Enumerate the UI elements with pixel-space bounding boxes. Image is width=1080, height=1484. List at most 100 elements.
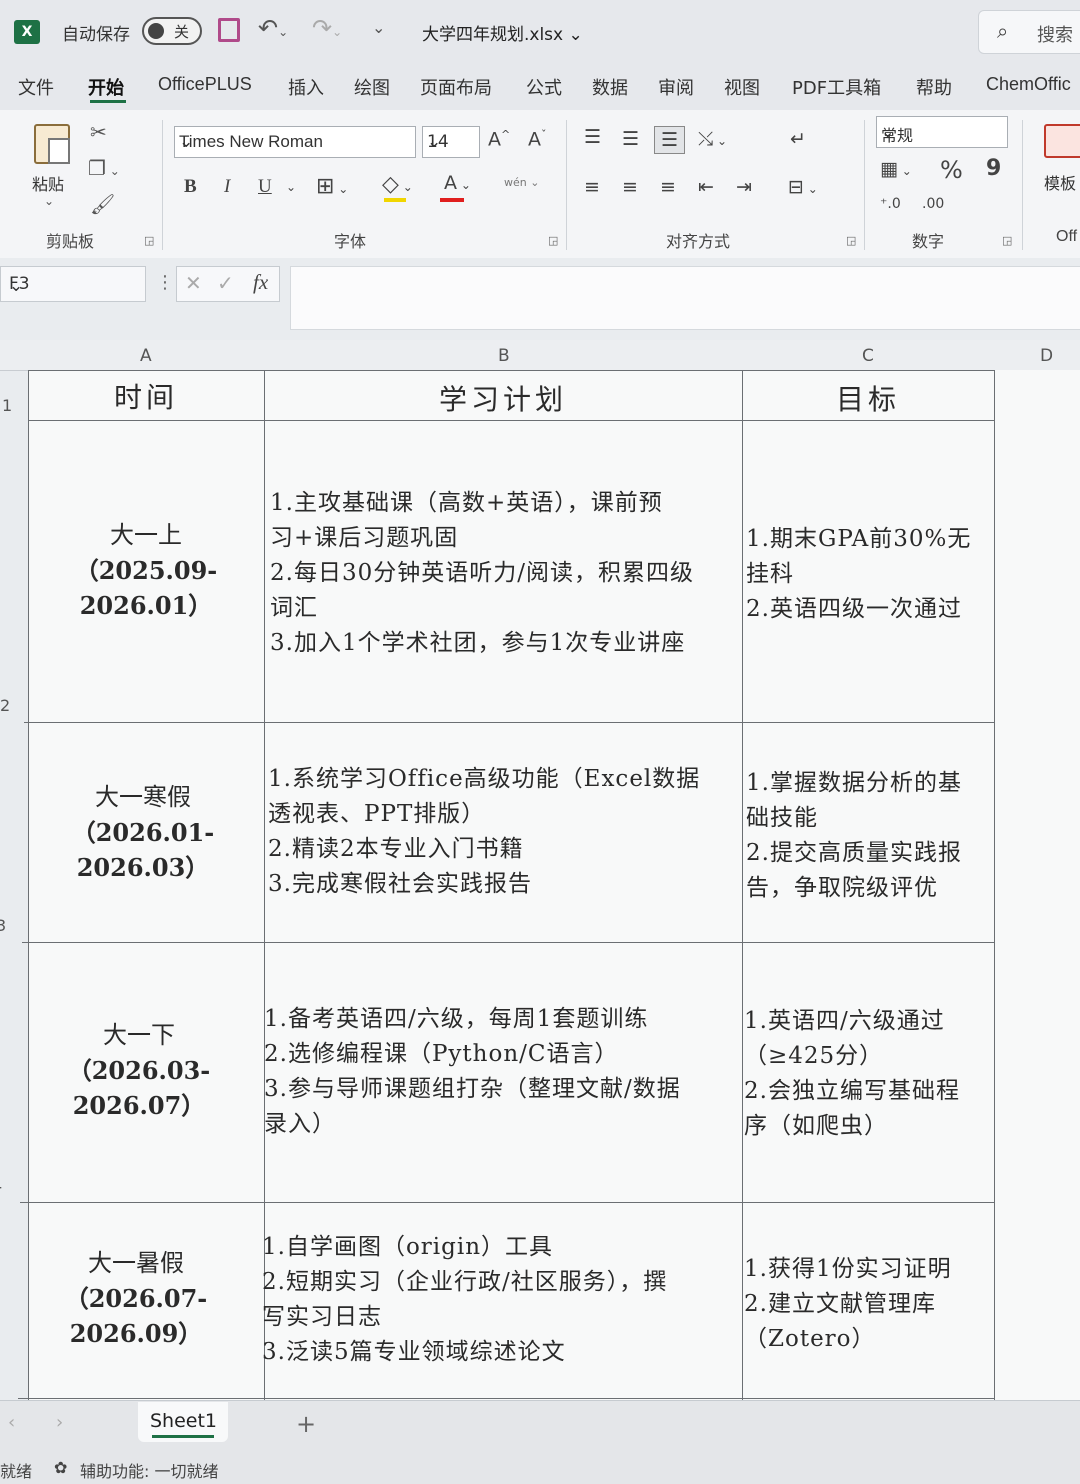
font-launcher-icon[interactable]: ◲ bbox=[548, 234, 558, 247]
formula-input[interactable] bbox=[290, 266, 1080, 330]
plan-cell[interactable]: 1.系统学习Office高级功能（Excel数据 透视表、PPT排版） 2.精读… bbox=[268, 762, 738, 902]
accessibility-status[interactable]: 辅助功能: 一切就绪 bbox=[80, 1458, 218, 1482]
goal-cell[interactable]: 1.掌握数据分析的基 础技能 2.提交高质量实践报 告，争取院级评优 bbox=[746, 766, 994, 906]
align-bottom-icon[interactable]: ☰ bbox=[654, 126, 686, 154]
period-cell[interactable]: 大一寒假 （2026.01- 2026.03） bbox=[24, 780, 262, 885]
number-launcher-icon[interactable]: ◲ bbox=[1002, 234, 1012, 247]
goal-cell[interactable]: 1.期末GPA前30%无 挂科 2.英语四级一次通过 bbox=[746, 522, 994, 627]
align-left-icon[interactable]: ≡ bbox=[584, 176, 600, 198]
tab-file[interactable]: 文件 bbox=[18, 74, 54, 100]
header-cell-plan[interactable]: 学习计划 bbox=[264, 378, 742, 418]
font-color-button[interactable]: A ⌄ bbox=[444, 172, 471, 194]
font-size-select[interactable]: 14 ⌄ bbox=[422, 126, 480, 158]
tab-data[interactable]: 数据 bbox=[592, 74, 628, 100]
merge-center-icon[interactable]: ⊟ ⌄ bbox=[788, 176, 818, 198]
tab-officeplus[interactable]: OfficePLUS bbox=[158, 74, 252, 95]
header-cell-time[interactable]: 时间 bbox=[28, 376, 264, 416]
decrease-indent-icon[interactable]: ⇤ bbox=[698, 176, 714, 198]
document-title[interactable]: 大学四年规划.xlsx ⌄ bbox=[422, 20, 583, 45]
goal-line: 1.英语四/六级通过 bbox=[744, 1008, 945, 1034]
tab-formulas[interactable]: 公式 bbox=[526, 74, 562, 100]
align-center-icon[interactable]: ≡ bbox=[622, 176, 638, 198]
plan-cell[interactable]: 1.备考英语四/六级，每周1套题训练 2.选修编程课（Python/C语言） 3… bbox=[264, 1002, 738, 1142]
insert-function-button[interactable]: fx bbox=[253, 270, 268, 295]
row-header-3[interactable]: 3 bbox=[0, 916, 6, 935]
alignment-launcher-icon[interactable]: ◲ bbox=[846, 234, 856, 247]
bold-button[interactable]: B bbox=[184, 176, 197, 198]
template-icon[interactable] bbox=[1044, 124, 1080, 158]
underline-button[interactable]: U bbox=[258, 176, 272, 198]
wrap-text-icon[interactable]: ↵ bbox=[790, 128, 806, 150]
percent-style-button[interactable]: % bbox=[940, 156, 963, 184]
format-painter-icon[interactable]: 🖌 bbox=[90, 192, 115, 216]
period-label: 大一寒假 bbox=[95, 783, 191, 811]
borders-icon[interactable]: ⊞ ⌄ bbox=[316, 174, 348, 199]
fill-color-icon[interactable]: ◇ ⌄ bbox=[382, 172, 413, 197]
sheet-tab-sheet1[interactable]: Sheet1 bbox=[138, 1402, 228, 1442]
goal-cell[interactable]: 1.英语四/六级通过 （≥425分） 2.会独立编写基础程 序（如爬虫） bbox=[744, 1004, 994, 1144]
tab-insert[interactable]: 插入 bbox=[288, 74, 324, 100]
period-cell[interactable]: 大一下 （2026.03- 2026.07） bbox=[20, 1018, 258, 1123]
row-header-4[interactable]: 4 bbox=[0, 1176, 2, 1195]
chevron-left-icon[interactable]: ‹ bbox=[8, 1412, 15, 1433]
chevron-right-icon[interactable]: › bbox=[56, 1412, 63, 1433]
row-header-2[interactable]: 2 bbox=[0, 696, 10, 715]
enter-icon[interactable]: ✓ bbox=[217, 271, 234, 295]
redo-icon[interactable]: ↷⌄ bbox=[312, 14, 342, 42]
align-right-icon[interactable]: ≡ bbox=[660, 176, 676, 198]
name-box[interactable]: F3 ⌄ bbox=[0, 266, 146, 302]
save-icon[interactable] bbox=[218, 18, 240, 42]
tab-pdf-toolbox[interactable]: PDF工具箱 bbox=[792, 74, 881, 100]
search-box[interactable]: ⌕ 搜索 bbox=[978, 10, 1080, 54]
underline-dropdown-icon[interactable]: ⌄ bbox=[286, 180, 296, 194]
italic-button[interactable]: I bbox=[224, 176, 230, 198]
tab-draw[interactable]: 绘图 bbox=[354, 74, 390, 100]
undo-icon[interactable]: ↶⌄ bbox=[258, 14, 288, 42]
header-cell-goal[interactable]: 目标 bbox=[742, 378, 994, 418]
autosave-toggle[interactable]: 关 bbox=[142, 17, 202, 45]
grid-line bbox=[742, 370, 743, 1400]
align-top-icon[interactable]: ☰ bbox=[584, 126, 601, 148]
row-header-1[interactable]: 1 bbox=[2, 396, 12, 415]
cut-icon[interactable]: ✂ bbox=[90, 120, 107, 144]
tab-view[interactable]: 视图 bbox=[724, 74, 760, 100]
shrink-font-icon[interactable]: Aˇ bbox=[528, 128, 547, 150]
grow-font-icon[interactable]: A^ bbox=[488, 128, 510, 150]
period-cell[interactable]: 大一暑假 （2026.07- 2026.09） bbox=[16, 1246, 256, 1351]
plan-cell[interactable]: 1.自学画图（origin）工具 2.短期实习（企业行政/社区服务），撰 写实习… bbox=[262, 1230, 738, 1370]
currency-format-icon[interactable]: ▦ ⌄ bbox=[880, 158, 912, 180]
comma-style-button[interactable]: 9 bbox=[986, 156, 1001, 181]
orientation-icon[interactable]: ⤯ ⌄ bbox=[698, 128, 727, 150]
tab-home[interactable]: 开始 bbox=[88, 74, 124, 100]
more-options-icon[interactable]: ⋮ bbox=[156, 272, 174, 293]
goal-cell[interactable]: 1.获得1份实习证明 2.建立文献管理库 （Zotero） bbox=[744, 1252, 994, 1357]
period-cell[interactable]: 大一上 （2025.09- 2026.01） bbox=[28, 518, 264, 623]
column-header-b[interactable]: B bbox=[498, 346, 510, 366]
plan-line: 1.自学画图（origin）工具 bbox=[262, 1234, 554, 1260]
customize-quick-access-icon[interactable]: ⌄ bbox=[372, 18, 385, 37]
decrease-decimal-icon[interactable]: .00 bbox=[922, 196, 944, 212]
tab-help[interactable]: 帮助 bbox=[916, 74, 952, 100]
add-sheet-icon[interactable]: + bbox=[296, 1410, 316, 1438]
plan-cell[interactable]: 1.主攻基础课（高数+英语），课前预 习+课后习题巩固 2.每日30分钟英语听力… bbox=[270, 486, 740, 661]
ribbon-divider bbox=[1022, 120, 1023, 250]
goal-line: 挂科 bbox=[746, 561, 794, 587]
paste-icon[interactable] bbox=[34, 124, 70, 164]
tab-chemoffice[interactable]: ChemOffic bbox=[986, 74, 1071, 95]
column-header-a[interactable]: A bbox=[140, 346, 152, 366]
increase-decimal-icon[interactable]: ⁺.0 bbox=[880, 196, 901, 212]
accessibility-icon[interactable]: ✿ bbox=[54, 1458, 67, 1477]
tab-page-layout[interactable]: 页面布局 bbox=[420, 74, 492, 100]
align-middle-icon[interactable]: ☰ bbox=[622, 128, 639, 150]
cancel-icon[interactable]: ✕ bbox=[185, 271, 202, 295]
font-name-select[interactable]: Times New Roman ⌄ bbox=[174, 126, 416, 158]
copy-icon[interactable]: ❐ ⌄ bbox=[88, 156, 120, 180]
paste-dropdown-icon[interactable]: ⌄ bbox=[44, 194, 54, 208]
increase-indent-icon[interactable]: ⇥ bbox=[736, 176, 752, 198]
phonetic-guide-icon[interactable]: wén ⌄ bbox=[504, 176, 539, 189]
tab-review[interactable]: 审阅 bbox=[658, 74, 694, 100]
clipboard-launcher-icon[interactable]: ◲ bbox=[144, 234, 154, 247]
number-format-select[interactable]: 常规 ⌄ bbox=[876, 116, 1008, 148]
column-header-d[interactable]: D bbox=[1040, 346, 1053, 366]
column-header-c[interactable]: C bbox=[862, 346, 874, 366]
